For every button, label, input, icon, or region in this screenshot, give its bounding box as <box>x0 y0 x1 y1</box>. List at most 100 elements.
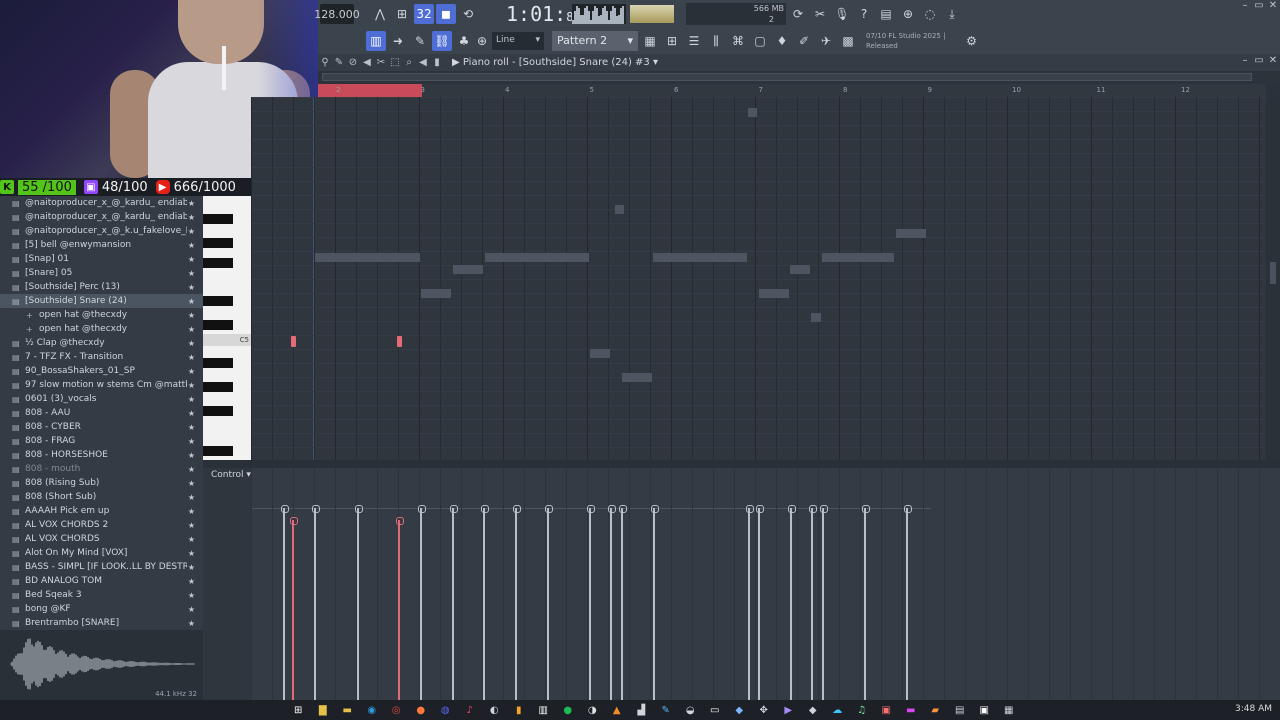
settings-icon[interactable]: ⚙ <box>961 31 981 51</box>
wrench-icon[interactable]: ✈ <box>816 31 836 51</box>
playback-icon[interactable]: ▮ <box>430 57 444 68</box>
browser-item[interactable]: ▤ 808 - CYBER ★ <box>0 420 203 434</box>
browser-item[interactable]: ▤ @naitoproducer_x_@_kardu_ endiablaa_fil… <box>0 196 203 210</box>
browser-item[interactable]: ▤ 808 - HORSESHOE ★ <box>0 448 203 462</box>
velocity-stem[interactable] <box>418 505 426 700</box>
star-icon[interactable]: ★ <box>188 255 195 264</box>
game-icon[interactable]: ▰ <box>923 702 948 718</box>
master-pitch[interactable] <box>630 5 674 23</box>
spotify-icon[interactable]: ● <box>556 702 581 718</box>
browser-item[interactable]: ▤ BASS - SIMPL [IF LOOK..LL BY DESTROY LO… <box>0 560 203 574</box>
velocity-stem[interactable] <box>608 505 616 700</box>
controller-icon[interactable]: ▭ <box>703 702 728 718</box>
snare-velocity-stem[interactable] <box>290 517 298 700</box>
windows-start-icon[interactable]: ⊞ <box>286 702 311 718</box>
pin-icon[interactable]: ♦ <box>772 31 792 51</box>
snap-select[interactable]: Line ▾ <box>492 32 544 50</box>
browser-item[interactable]: ▤ AL VOX CHORDS 2 ★ <box>0 518 203 532</box>
velocity-stem[interactable] <box>862 505 870 700</box>
black-key[interactable] <box>203 296 233 306</box>
control-selector[interactable]: Control ▾ <box>203 468 251 700</box>
fl-studio-icon[interactable]: ▮ <box>507 702 532 718</box>
magnet-icon[interactable]: ⚲ <box>318 57 332 68</box>
ghost-note[interactable] <box>315 253 420 262</box>
velocity-stem[interactable] <box>651 505 659 700</box>
star-icon[interactable]: ★ <box>188 451 195 460</box>
vertical-scrollbar[interactable] <box>1266 97 1280 460</box>
steam-icon[interactable]: ◒ <box>678 702 703 718</box>
velocity-stem[interactable] <box>820 505 828 700</box>
browser-item[interactable]: ▤ [Snare] 05 ★ <box>0 266 203 280</box>
snare-note[interactable] <box>397 336 402 347</box>
step-edit-icon[interactable]: ◼ <box>436 4 456 24</box>
velocity-stem[interactable] <box>587 505 595 700</box>
browser-item[interactable]: ▤ 808 (Rising Sub) ★ <box>0 476 203 490</box>
network-icon[interactable]: ◆ <box>727 702 752 718</box>
velocity-lane[interactable] <box>251 468 1280 700</box>
velocity-stem[interactable] <box>619 505 627 700</box>
video-icon[interactable]: ▶ <box>776 702 801 718</box>
plugin-db-icon[interactable]: ⌘ <box>728 31 748 51</box>
control-divider[interactable] <box>203 460 1280 468</box>
horizontal-scrollbar[interactable] <box>318 71 1280 84</box>
black-key[interactable] <box>203 238 233 248</box>
star-icon[interactable]: ★ <box>188 563 195 572</box>
wait-icon[interactable]: ⊞ <box>392 4 412 24</box>
stamp-icon[interactable]: ♣ <box>454 31 474 51</box>
ghost-note[interactable] <box>615 205 624 214</box>
star-icon[interactable]: ★ <box>188 535 195 544</box>
faders-icon[interactable]: ⫼ <box>706 31 726 51</box>
tool-icon[interactable]: ✥ <box>752 702 777 718</box>
mic-icon[interactable]: 🎙 <box>832 4 852 24</box>
help-icon[interactable]: ? <box>854 4 874 24</box>
news-ticker[interactable]: 07/10 FL Studio 2025 | Released <box>866 31 945 51</box>
browser-item[interactable]: ▤ [Southside] Perc (13) ★ <box>0 280 203 294</box>
scroll-thumb[interactable] <box>322 73 1252 81</box>
brush-app-icon[interactable]: ▬ <box>899 702 924 718</box>
browser-item[interactable]: ▤ 97 slow motion w stems Cm @mattkolb ★ <box>0 378 203 392</box>
discord-icon[interactable]: ◍ <box>433 702 458 718</box>
chat-icon[interactable]: ◌ <box>920 4 940 24</box>
grid-icon[interactable]: ▩ <box>838 31 858 51</box>
star-icon[interactable]: ★ <box>188 423 195 432</box>
draw-icon[interactable]: ✎ <box>332 57 346 68</box>
velocity-stem[interactable] <box>756 505 764 700</box>
star-icon[interactable]: ★ <box>188 381 195 390</box>
browser-item[interactable]: ▤ Brentrambo [SNARE] ★ <box>0 616 203 630</box>
ghost-note[interactable] <box>822 253 894 262</box>
playlist-icon[interactable]: ▦ <box>640 31 660 51</box>
terminal-icon[interactable]: ▤ <box>948 702 973 718</box>
velocity-stem[interactable] <box>355 505 363 700</box>
select-icon[interactable]: ⬚ <box>388 57 402 68</box>
firefox-icon[interactable]: ● <box>409 702 434 718</box>
star-icon[interactable]: ★ <box>188 227 195 236</box>
star-icon[interactable]: ★ <box>188 353 195 362</box>
close-icon[interactable]: ✕ <box>1266 0 1280 11</box>
edge-icon[interactable]: ◉ <box>360 702 385 718</box>
audio-icon[interactable]: ▟ <box>629 702 654 718</box>
tools-icon[interactable]: ✂ <box>810 4 830 24</box>
loop-region[interactable] <box>318 84 422 97</box>
velocity-stem[interactable] <box>450 505 458 700</box>
ghost-note[interactable] <box>759 289 789 298</box>
browser-item[interactable]: ▤ bong @KF ★ <box>0 602 203 616</box>
browser-item[interactable]: ▤ 808 - AAU ★ <box>0 406 203 420</box>
mixer-icon[interactable]: ☰ <box>684 31 704 51</box>
ghost-note[interactable] <box>748 108 757 117</box>
countdown-icon[interactable]: 32 <box>414 4 434 24</box>
star-icon[interactable]: ★ <box>188 409 195 418</box>
star-icon[interactable]: ★ <box>188 605 195 614</box>
obs-icon[interactable]: ◐ <box>482 702 507 718</box>
chrome-icon[interactable]: ◎ <box>384 702 409 718</box>
star-icon[interactable]: ★ <box>188 199 195 208</box>
star-icon[interactable]: ★ <box>188 213 195 222</box>
mute-icon[interactable]: ◀ <box>360 57 374 68</box>
browser-item[interactable]: ▤ AAAAH Pick em up ★ <box>0 504 203 518</box>
star-icon[interactable]: ★ <box>188 325 195 334</box>
arrow-icon[interactable]: ➜ <box>388 31 408 51</box>
velocity-stem[interactable] <box>312 505 320 700</box>
pen-icon[interactable]: ✎ <box>654 702 679 718</box>
pencil-icon[interactable]: ✎ <box>410 31 430 51</box>
close-icon[interactable]: ✕ <box>1266 55 1280 66</box>
channel-rack-icon[interactable]: ⊞ <box>662 31 682 51</box>
